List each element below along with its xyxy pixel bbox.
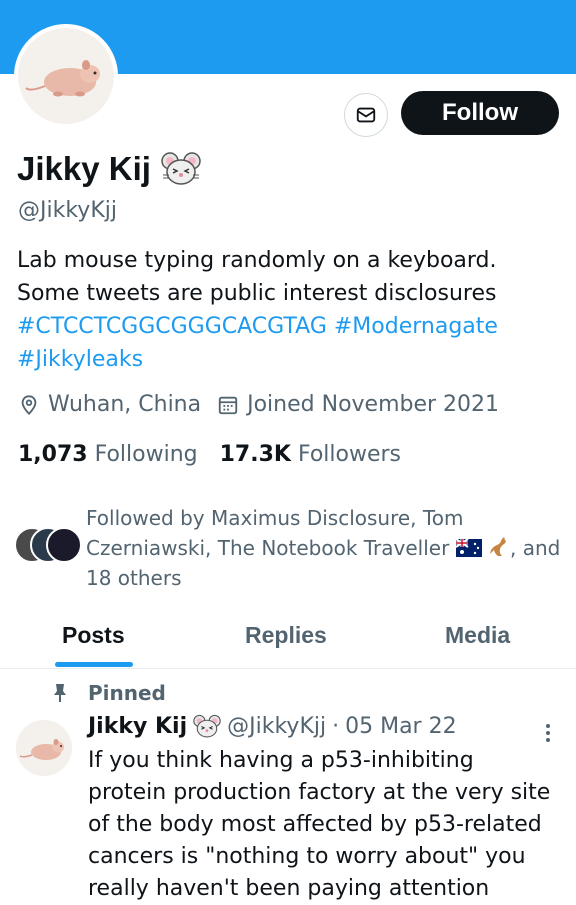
location-text: Wuhan, China [48, 392, 202, 417]
joined-text: Joined November 2021 [247, 392, 500, 417]
followed-by-avatars[interactable] [14, 527, 82, 563]
mouse-face-icon [161, 152, 201, 185]
pushpin-icon [54, 684, 66, 702]
mouse-face-icon [193, 714, 221, 738]
tab-media[interactable]: Media [445, 622, 510, 649]
active-tab-indicator [55, 662, 133, 667]
profile-tabs: Posts Replies Media [0, 610, 576, 669]
post-author-handle[interactable]: @JikkyKjj [227, 714, 326, 739]
followed-by-text[interactable]: Followed by Maximus Disclosure, Tom Czer… [86, 503, 566, 593]
following-link[interactable]: 1,073 Following [18, 442, 198, 467]
post-text: If you think having a p53-inhibiting pro… [88, 748, 551, 901]
pinned-indicator: Pinned [52, 681, 166, 705]
calendar-icon [218, 396, 238, 414]
post-author-avatar[interactable] [16, 720, 72, 776]
location-pin-icon [21, 394, 37, 415]
more-vertical-icon [546, 724, 550, 742]
follower-avatar [46, 527, 82, 563]
bio-line: Lab mouse typing randomly on a keyboard. [17, 248, 497, 273]
post-header: Jikky Kij @JikkyKjj · 05 Mar 22 [88, 714, 457, 739]
follow-button[interactable]: Follow [401, 91, 559, 135]
followers-link[interactable]: 17.3K Followers [220, 442, 401, 467]
display-name: Jikky Kij [17, 150, 151, 187]
hashtag-link[interactable]: #Modernagate [334, 314, 498, 339]
tab-replies[interactable]: Replies [245, 622, 327, 649]
profile-handle: @JikkyKjj [18, 198, 117, 223]
hashtag-link[interactable]: #CTCCTCGGCGGGCACGTAG [17, 314, 327, 339]
profile-bio: Lab mouse typing randomly on a keyboard.… [17, 244, 557, 376]
pinned-label: Pinned [88, 681, 166, 705]
followers-label: Followers [297, 442, 402, 467]
envelope-icon [356, 107, 376, 123]
message-button[interactable] [344, 93, 388, 137]
profile-meta: Wuhan, China Joined November 2021 [18, 392, 515, 417]
following-count: 1,073 [18, 442, 88, 467]
following-label: Following [94, 442, 198, 467]
tab-posts[interactable]: Posts [62, 622, 125, 649]
mouse-photo [25, 60, 100, 97]
post-more-button[interactable] [538, 721, 558, 745]
bio-line: Some tweets are public interest disclosu… [17, 281, 497, 306]
profile-avatar[interactable] [14, 24, 118, 128]
kangaroo-icon [490, 537, 506, 556]
australia-flag-icon [455, 538, 482, 557]
post-separator: · [332, 714, 340, 739]
followers-count: 17.3K [219, 442, 291, 467]
post-author-name[interactable]: Jikky Kij [88, 714, 187, 739]
follow-counts: 1,073 Following 17.3K Followers [18, 442, 401, 467]
followed-by-names: Followed by Maximus Disclosure, Tom Czer… [86, 506, 464, 560]
mouse-photo [19, 739, 64, 760]
hashtag-link[interactable]: #Jikkyleaks [17, 347, 143, 372]
display-name-row: Jikky Kij [17, 150, 201, 188]
post-date[interactable]: 05 Mar 22 [345, 714, 456, 739]
